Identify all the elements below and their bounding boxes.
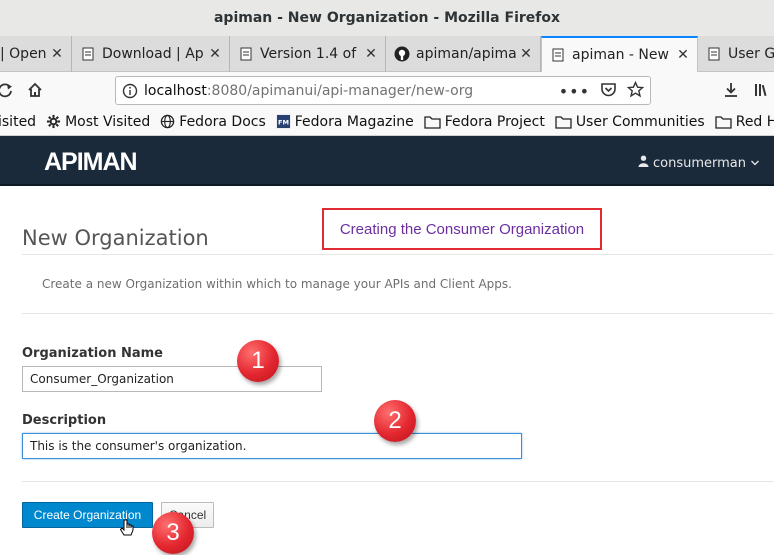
pocket-icon[interactable] <box>600 82 617 102</box>
bookmark-most-visited[interactable]: Most Visited <box>46 114 150 130</box>
bookmark-label: Most Visited <box>65 113 151 130</box>
page-icon <box>80 46 96 62</box>
bookmark-label: User Communities <box>575 113 705 130</box>
apiman-logo[interactable]: APIMAN <box>44 148 138 177</box>
fm-icon: FM <box>276 114 291 129</box>
gear-icon <box>46 114 61 129</box>
hand-cursor-icon <box>119 519 135 539</box>
annotation-callout: Creating the Consumer Organization <box>322 208 602 250</box>
user-icon <box>638 155 649 171</box>
username: consumerman <box>653 155 746 171</box>
step-badge-3: 3 <box>152 512 194 554</box>
info-icon[interactable] <box>116 83 144 99</box>
page-actions-icon[interactable]: ••• <box>559 82 590 101</box>
user-menu[interactable]: consumerman <box>638 155 760 171</box>
bookmark-red-hat[interactable]: Red Hat <box>715 114 774 130</box>
tab-label: Version 1.4 of <box>260 46 357 62</box>
bookmark-fedora-magazine[interactable]: FM Fedora Magazine <box>276 114 414 130</box>
step-badge-1: 1 <box>237 340 279 382</box>
bookmark-label: Fedora Project <box>444 113 545 130</box>
bookmark-label: Red Hat <box>735 113 774 130</box>
chevron-down-icon <box>750 156 760 171</box>
tab-label: apiman/apiman <box>416 46 518 62</box>
page-title: New Organization <box>22 226 209 250</box>
app-header: APIMAN consumerman <box>0 136 774 186</box>
close-icon[interactable]: ✕ <box>49 46 65 62</box>
window-title: apiman - New Organization - Mozilla Fire… <box>0 0 774 36</box>
page-icon <box>238 46 254 62</box>
tab-label: Download | Ap <box>102 46 204 62</box>
bookmark-star-icon[interactable] <box>626 80 645 102</box>
org-name-label: Organization Name <box>22 346 163 361</box>
github-icon <box>394 46 410 62</box>
bookmark-fedora-docs[interactable]: Fedora Docs <box>160 113 266 130</box>
bookmark-label: isited <box>0 113 37 130</box>
tab-open[interactable]: | Open ✕ <box>0 36 72 72</box>
tab-label: apiman - New <box>572 47 669 63</box>
tab-version[interactable]: Version 1.4 of ✕ <box>230 36 386 72</box>
page-description: Create a new Organization within which t… <box>42 277 512 291</box>
folder-icon <box>555 115 572 129</box>
navigation-bar: localhost:8080/apimanui/api-manager/new-… <box>0 72 774 108</box>
page-icon <box>550 47 566 63</box>
bookmark-most-visited-partial[interactable]: isited <box>0 114 36 130</box>
tab-download[interactable]: Download | Ap ✕ <box>72 36 230 72</box>
close-icon[interactable]: ✕ <box>518 46 534 62</box>
tab-strip: | Open ✕ Download | Ap ✕ Version 1.4 of … <box>0 36 774 72</box>
bookmark-label: Fedora Docs <box>179 113 266 130</box>
globe-icon <box>160 114 175 129</box>
tab-user-guide[interactable]: User Gu <box>698 36 774 72</box>
divider <box>22 254 774 255</box>
bookmarks-toolbar: isited Most Visited Fedora Docs FM Fedor… <box>0 108 774 136</box>
download-icon[interactable] <box>720 79 742 101</box>
close-icon[interactable]: ✕ <box>675 47 691 63</box>
tab-apiman-active[interactable]: apiman - New ✕ <box>541 36 698 72</box>
library-icon[interactable] <box>752 79 774 101</box>
description-label: Description <box>22 413 107 428</box>
step-badge-2: 2 <box>374 400 416 442</box>
folder-icon <box>715 115 732 129</box>
svg-text:FM: FM <box>278 118 289 126</box>
bookmark-fedora-project[interactable]: Fedora Project <box>424 114 545 130</box>
tab-label: | Open <box>0 46 47 62</box>
page-icon <box>706 46 722 62</box>
bookmark-user-communities[interactable]: User Communities <box>555 114 705 130</box>
close-icon[interactable]: ✕ <box>363 46 379 62</box>
url-path: :8080/apimanui/api-manager/new-org <box>206 82 474 99</box>
tab-label: User Gu <box>728 46 774 62</box>
url-host: localhost <box>144 82 207 99</box>
tab-github[interactable]: apiman/apiman ✕ <box>386 36 541 72</box>
url-bar[interactable]: localhost:8080/apimanui/api-manager/new-… <box>115 76 651 105</box>
close-icon[interactable]: ✕ <box>207 46 223 62</box>
home-icon[interactable] <box>24 79 46 101</box>
bookmark-label: Fedora Magazine <box>294 113 414 130</box>
divider <box>22 313 774 314</box>
reload-icon[interactable] <box>0 79 16 101</box>
description-input[interactable]: This is the consumer's organization. <box>22 433 522 459</box>
folder-icon <box>424 115 441 129</box>
divider <box>22 481 774 482</box>
